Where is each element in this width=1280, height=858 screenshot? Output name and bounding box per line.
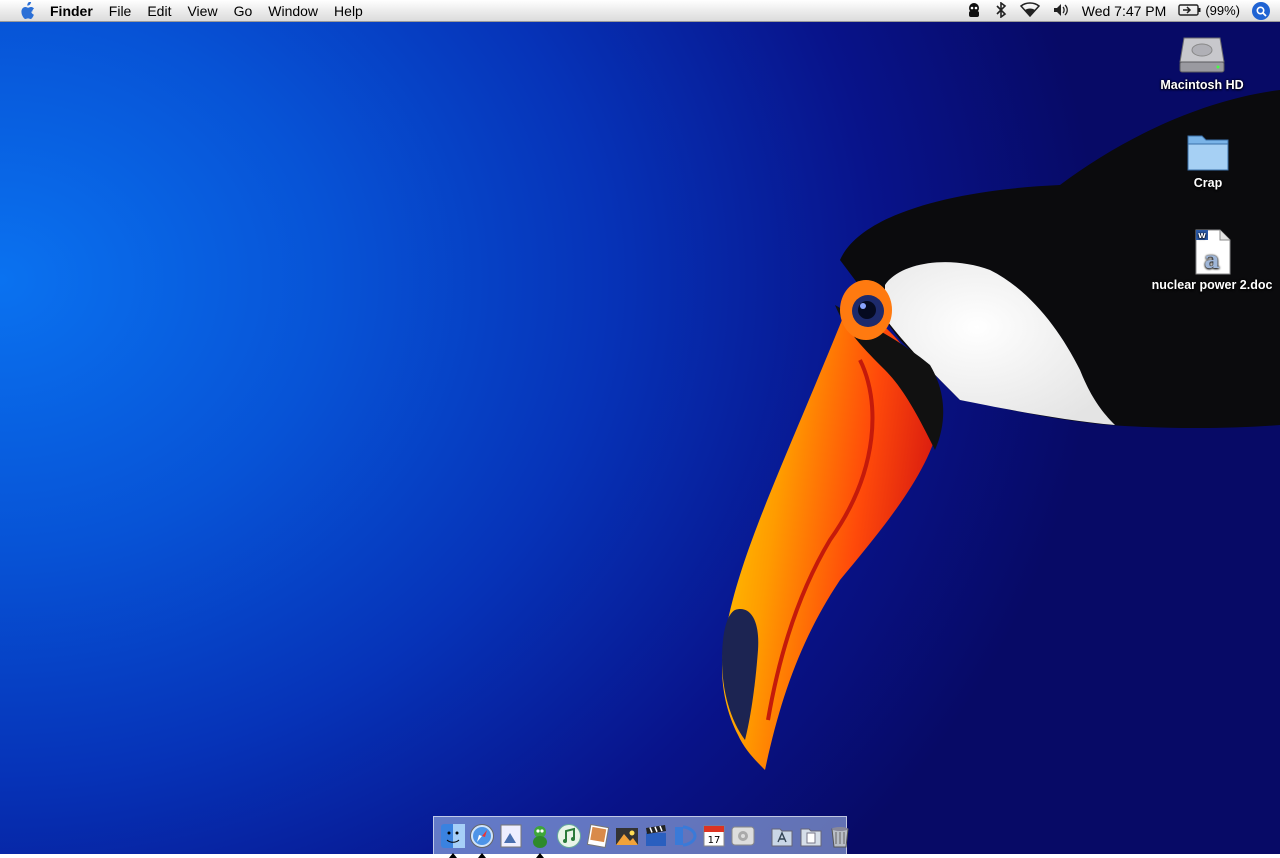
menu-file[interactable]: File (101, 0, 140, 22)
menu-window[interactable]: Window (260, 0, 326, 22)
folder-icon (1187, 135, 1229, 171)
svg-text:a: a (1204, 245, 1220, 274)
menubar-clock[interactable]: Wed 7:47 PM (1082, 0, 1167, 22)
apple-icon[interactable] (12, 0, 42, 22)
dock-finder[interactable] (440, 823, 466, 858)
word-document-icon: W a (1195, 229, 1231, 275)
word-icon (674, 825, 697, 846)
dock-trash[interactable] (827, 823, 853, 849)
applications-folder-icon (771, 828, 792, 846)
imovie-icon (615, 827, 638, 845)
desktop-item-label: nuclear power 2.doc (1151, 278, 1273, 292)
desktop-item-label: Macintosh HD (1160, 78, 1244, 92)
svg-text:W: W (1198, 232, 1206, 240)
toucan-wallpaper-image (722, 90, 1280, 770)
dock-system-preferences[interactable] (730, 823, 756, 849)
documents-folder-icon (800, 828, 821, 846)
spotlight-icon[interactable] (1252, 2, 1270, 20)
wifi-icon[interactable] (1019, 1, 1040, 21)
dock-safari[interactable] (469, 823, 495, 858)
hard-drive-icon (1179, 37, 1225, 73)
dock: 17 (433, 816, 849, 858)
itunes-icon (556, 823, 581, 848)
dock-clapboard[interactable] (643, 823, 669, 849)
menu-finder[interactable]: Finder (42, 0, 101, 22)
iphoto-icon (586, 823, 609, 848)
desktop-item-macintosh-hd[interactable]: Macintosh HD (1154, 30, 1250, 92)
dock-applications-folder[interactable] (769, 823, 795, 849)
menu-go[interactable]: Go (226, 0, 261, 22)
running-indicator (448, 852, 457, 858)
running-indicator (535, 852, 544, 858)
desktop-item-crap[interactable]: Crap (1170, 128, 1246, 190)
desktop-item-nuclear-power-doc[interactable]: W a nuclear power 2.doc (1145, 228, 1279, 292)
dock-iphoto[interactable] (585, 823, 611, 849)
volume-icon[interactable] (1052, 2, 1070, 21)
ical-icon: 17 (703, 825, 724, 846)
menu-help[interactable]: Help (326, 0, 371, 22)
dock-imovie[interactable] (614, 823, 640, 849)
adium-status-icon[interactable] (966, 2, 982, 21)
preview-icon (500, 824, 521, 847)
trash-icon (830, 826, 849, 847)
menu-edit[interactable]: Edit (139, 0, 179, 22)
safari-icon (469, 823, 494, 848)
desktop-wallpaper (0, 0, 1280, 854)
dock-word[interactable] (672, 823, 698, 849)
bluetooth-icon[interactable] (994, 0, 1008, 21)
finder-icon (440, 823, 465, 848)
dock-adium[interactable] (527, 823, 553, 858)
ical-date-badge: 17 (707, 835, 720, 846)
battery-percentage[interactable]: (99%) (1205, 0, 1240, 22)
running-indicator (477, 852, 486, 858)
adium-icon (532, 825, 547, 848)
system-preferences-icon (731, 826, 754, 845)
battery-icon[interactable] (1178, 3, 1202, 20)
menu-bar: Finder File Edit View Go Window Help Wed… (0, 0, 1280, 22)
menu-view[interactable]: View (179, 0, 225, 22)
dock-itunes[interactable] (556, 823, 582, 849)
dock-documents-folder[interactable] (798, 823, 824, 849)
dock-ical[interactable]: 17 (701, 823, 727, 849)
clapboard-icon (645, 824, 666, 846)
dock-preview[interactable] (498, 823, 524, 849)
desktop-item-label: Crap (1193, 176, 1223, 190)
